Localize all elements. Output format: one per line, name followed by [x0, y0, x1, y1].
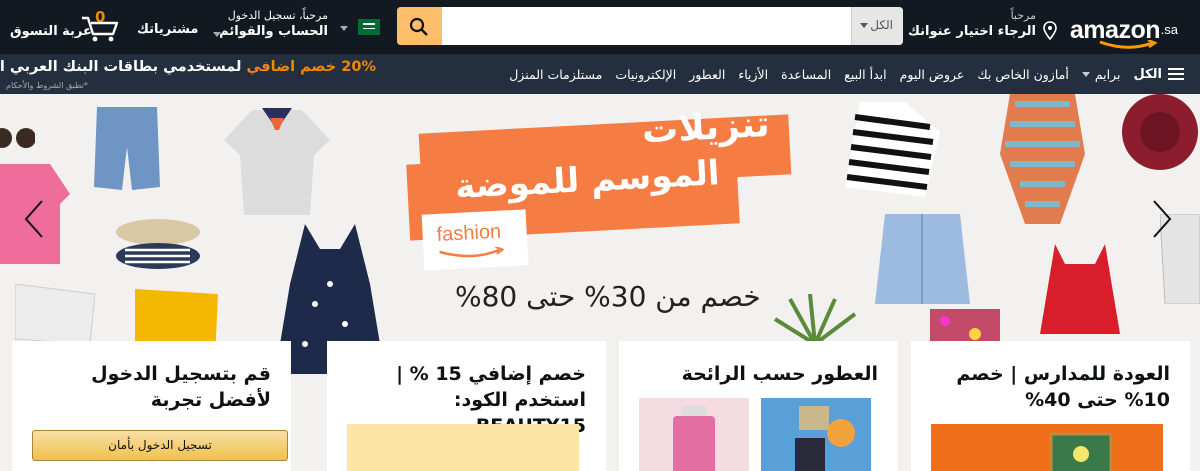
- orders-link[interactable]: مشترياتك: [137, 22, 198, 37]
- cart-label: عربة التسوق: [10, 24, 92, 39]
- promo-percent: 20%: [341, 59, 376, 75]
- account-label: الحساب والقوائم: [219, 24, 328, 39]
- nav-item-perfumes[interactable]: العطور: [689, 67, 725, 82]
- fashion-brand-badge: fashion: [421, 209, 529, 271]
- search-icon: [409, 17, 428, 36]
- promo-terms-note: *تطبق الشروط والأحكام: [6, 81, 88, 90]
- search-category-label: الكل: [870, 18, 893, 32]
- nav-item-start-selling[interactable]: ابدأ البيع: [844, 67, 886, 82]
- nav-item-your-amazon[interactable]: أمازون الخاص بك: [977, 67, 1068, 82]
- palm-plant-image: [773, 294, 857, 344]
- nav-item-prime[interactable]: برايم: [1081, 66, 1121, 82]
- nav-item-label: الإلكترونيات: [615, 66, 677, 82]
- promo-text: 20% خصم اضافي لمستخدمي بطاقات البنك العر…: [0, 59, 376, 75]
- search-input[interactable]: [442, 7, 851, 45]
- perfume-bottle-icon: [795, 406, 855, 471]
- carousel-prev-arrow-icon[interactable]: [22, 199, 46, 239]
- search-button[interactable]: [397, 7, 442, 45]
- nav-item-label: ابدأ البيع: [844, 66, 887, 82]
- top-navigation-bar: amazon .sa مرحباً الرجاء اختيار عنوانك ا…: [0, 0, 1200, 54]
- card-title: العطور حسب الرائحة: [681, 363, 878, 385]
- nav-menu: الكل برايم أمازون الخاص بك عروض اليوم اب…: [496, 54, 1184, 94]
- chevron-down-icon: [1081, 71, 1090, 77]
- denim-jacket-image: [875, 214, 970, 304]
- red-hat-image: [1122, 94, 1198, 170]
- saudi-flag-icon: [358, 19, 380, 35]
- cart-button[interactable]: 0 عربة التسوق: [10, 8, 122, 46]
- amazon-homepage: amazon .sa مرحباً الرجاء اختيار عنوانك ا…: [0, 0, 1200, 471]
- amazon-logo[interactable]: amazon .sa: [1070, 10, 1178, 49]
- promo-main: لمستخدمي بطاقات البنك العربي الوطني: [0, 59, 242, 75]
- nav-item-todays-deals[interactable]: عروض اليوم: [900, 67, 965, 82]
- perfume-citrus-image[interactable]: [761, 398, 871, 471]
- card-title: قم بتسجيل الدخول لأفضل تجربة: [91, 363, 271, 411]
- nav-item-label: الكل: [1133, 66, 1162, 82]
- nav-item-label: العطور: [689, 66, 726, 82]
- smile-arrow-icon: [1099, 40, 1158, 49]
- nav-item-help[interactable]: المساعدة: [781, 67, 831, 82]
- location-pin-icon: [1043, 21, 1057, 41]
- signin-securely-button[interactable]: تسجيل الدخول بأمان: [32, 430, 288, 461]
- chevron-down-icon: [340, 26, 348, 31]
- deliver-prompt: الرجاء اختيار عنوانك: [908, 24, 1036, 39]
- perfumes-card[interactable]: العطور حسب الرائحة: [619, 341, 898, 471]
- chalkboard-icon: [1049, 432, 1113, 471]
- carousel-next-arrow-icon[interactable]: [1150, 199, 1174, 239]
- search-category-dropdown[interactable]: الكل: [851, 7, 903, 45]
- language-selector[interactable]: [340, 19, 380, 39]
- fashion-brand-text: fashion: [436, 220, 502, 246]
- secondary-navigation-bar: الكل برايم أمازون الخاص بك عروض اليوم اب…: [0, 54, 1200, 94]
- perfume-floral-image[interactable]: [639, 398, 749, 471]
- beauty-product-image[interactable]: [347, 424, 579, 471]
- nav-item-label: أمازون الخاص بك: [977, 66, 1069, 82]
- logo-suffix: .sa: [1160, 22, 1178, 37]
- back-to-school-card[interactable]: العودة للمدارس | خصم 10% حتى 40%: [911, 341, 1190, 471]
- deliver-greeting: مرحباً: [1010, 9, 1036, 22]
- nav-item-label: الأزياء: [738, 66, 769, 82]
- card-title: العودة للمدارس | خصم 10% حتى 40%: [956, 363, 1170, 411]
- account-greeting: مرحباً، تسجيل الدخول: [227, 9, 328, 22]
- promo-prefix: خصم اضافي: [246, 59, 337, 75]
- deliver-to-address[interactable]: مرحباً الرجاء اختيار عنوانك: [908, 9, 1058, 45]
- nav-item-electronics[interactable]: الإلكترونيات: [615, 67, 676, 82]
- search-bar: الكل: [397, 7, 903, 45]
- white-jeans-image: [15, 284, 95, 344]
- nav-item-home[interactable]: مستلزمات المنزل: [509, 67, 602, 82]
- nav-item-all[interactable]: الكل: [1133, 67, 1184, 82]
- perfume-bottle-icon: [673, 406, 715, 471]
- account-and-lists[interactable]: مرحباً، تسجيل الدخول الحساب والقوائم: [213, 9, 328, 45]
- hero-discount-text: خصم من 30% حتى 80%: [455, 280, 761, 313]
- chevron-down-icon: [213, 32, 221, 37]
- chevron-down-icon: [860, 23, 868, 28]
- beauty-discount-card[interactable]: خصم إضافي 15 % | استخدم الكود: BEAUTY15: [327, 341, 606, 471]
- signin-card: قم بتسجيل الدخول لأفضل تجربة تسجيل الدخو…: [12, 341, 291, 471]
- nav-item-fashion[interactable]: الأزياء: [738, 67, 768, 82]
- hamburger-icon: [1168, 67, 1184, 81]
- red-top-image: [1040, 244, 1120, 334]
- striped-top-image: [845, 102, 940, 197]
- school-supplies-image[interactable]: [931, 424, 1163, 471]
- smile-arrow-icon: [439, 246, 505, 258]
- nav-item-label: عروض اليوم: [899, 66, 965, 82]
- nav-item-label: مستلزمات المنزل: [509, 66, 603, 82]
- nav-item-label: المساعدة: [781, 66, 832, 82]
- nav-item-label: برايم: [1094, 66, 1121, 82]
- striped-swimsuit-image: [1000, 94, 1085, 224]
